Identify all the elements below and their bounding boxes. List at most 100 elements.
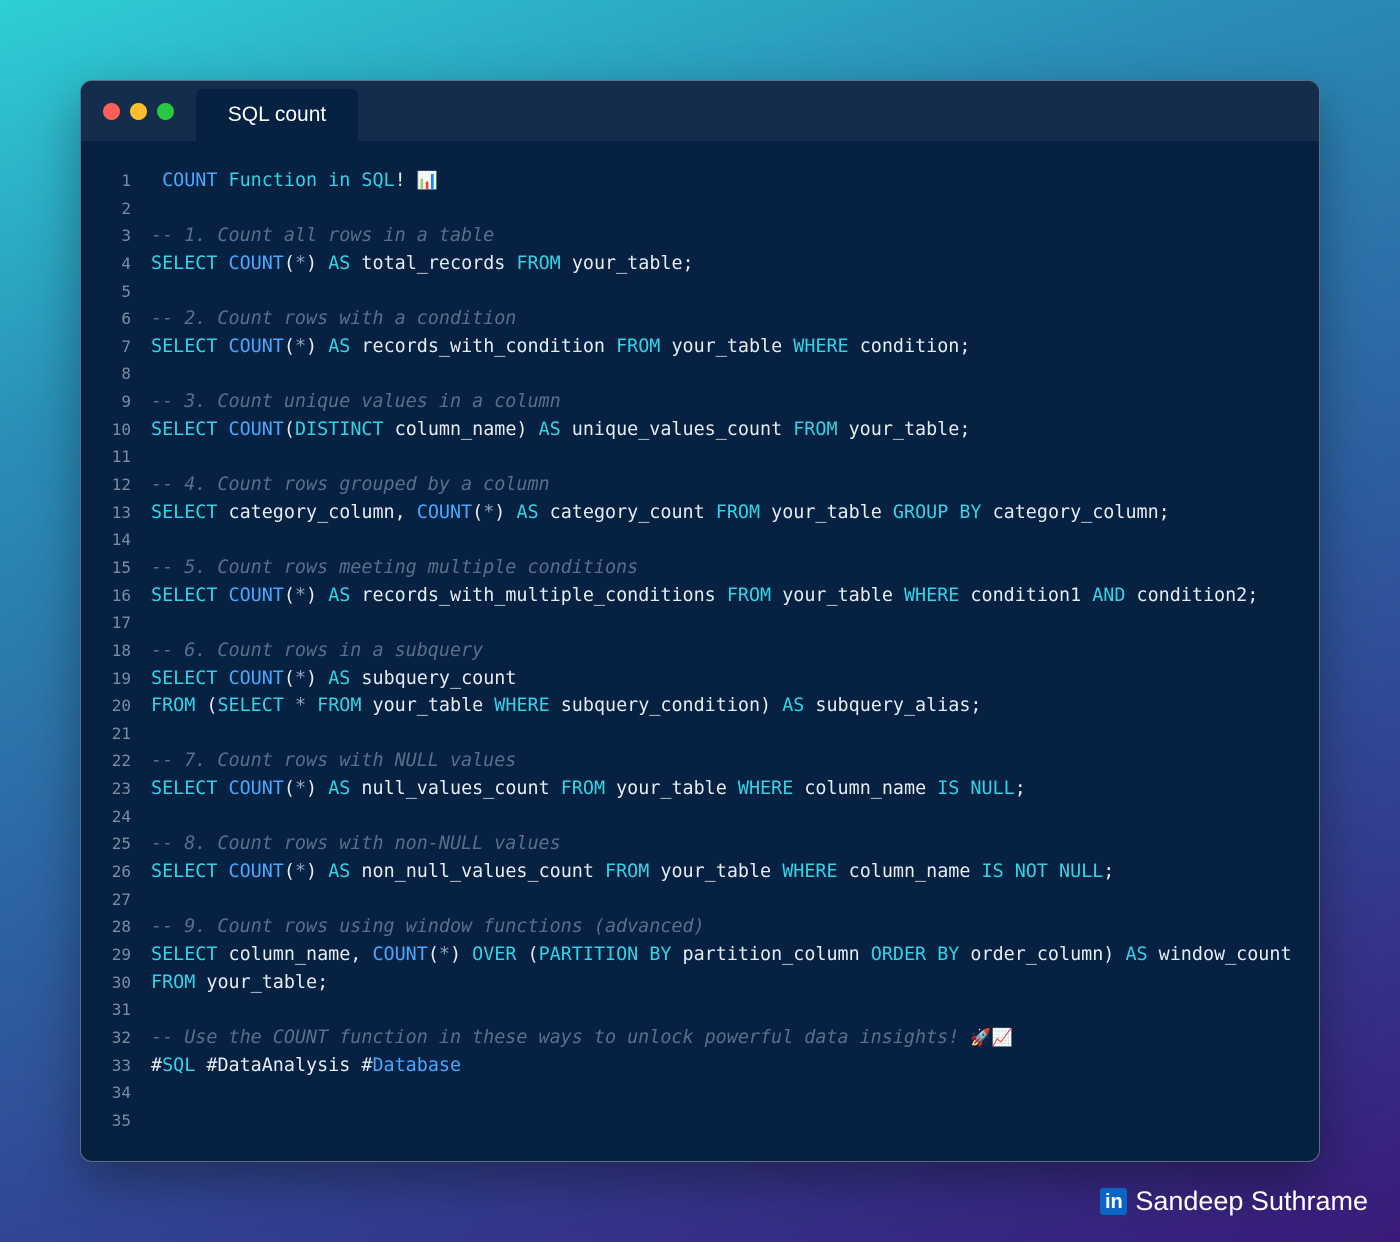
- code-token: ;: [1014, 778, 1026, 800]
- minimize-button[interactable]: [130, 103, 147, 120]
- code-token: partition_column: [682, 943, 871, 965]
- line-number: 22: [111, 751, 131, 771]
- code-line: 19 SELECT COUNT(*) AS subquery_count: [81, 665, 1319, 693]
- line-number: 32: [111, 1027, 131, 1047]
- code-token: SELECT: [217, 695, 295, 717]
- line-number: 24: [111, 806, 131, 826]
- code-line: 28 -- 9. Count rows using window function…: [81, 913, 1319, 941]
- code-token: FROM: [605, 861, 661, 883]
- code-token: *: [294, 584, 307, 606]
- code-token: condition1: [970, 584, 1093, 606]
- code-line: 5: [81, 278, 1319, 306]
- code-token: -- 6. Count rows in a subquery: [151, 639, 484, 661]
- code-text: -- 4. Count rows grouped by a column: [151, 471, 550, 499]
- tab-sql-count[interactable]: SQL count: [196, 89, 358, 141]
- code-line: 20 FROM (SELECT * FROM your_table WHERE s…: [81, 692, 1319, 720]
- code-editor[interactable]: 1 COUNT Function in SQL! 📊 2 3 -- 1. Count …: [81, 167, 1319, 1134]
- code-line: 29 SELECT column_name, COUNT(*) OVER (PAR…: [81, 941, 1319, 969]
- code-token: category_column;: [992, 501, 1170, 523]
- code-token: ): [306, 778, 329, 800]
- line-number: 34: [111, 1083, 131, 1103]
- code-line: 30 FROM your_table;: [81, 969, 1319, 997]
- code-token: -- 4. Count rows grouped by a column: [151, 474, 550, 496]
- code-token: (: [283, 335, 295, 357]
- line-number: 23: [111, 779, 131, 799]
- code-token: *: [294, 778, 307, 800]
- code-line: 14: [81, 526, 1319, 554]
- code-token: -- 7. Count rows with NULL values: [151, 750, 517, 772]
- code-line: 35: [81, 1107, 1319, 1135]
- code-token: SELECT: [151, 861, 229, 883]
- code-token: FROM: [715, 501, 772, 523]
- code-token: COUNT: [416, 501, 473, 523]
- code-line: 13 SELECT category_column, COUNT(*) AS ca…: [81, 499, 1319, 527]
- code-token: -- 1. Count all rows in a table: [151, 225, 495, 247]
- code-token: total_records: [361, 252, 517, 274]
- code-token: *: [438, 943, 450, 965]
- code-token: your_table: [782, 584, 904, 606]
- line-number: 5: [121, 281, 131, 301]
- code-token: AS: [328, 252, 362, 274]
- code-token: condition2;: [1136, 584, 1259, 606]
- code-token: SELECT: [151, 335, 229, 357]
- code-token: subquery_condition): [560, 695, 783, 717]
- code-token: non_null_values_count: [361, 861, 606, 883]
- code-token: COUNT: [372, 943, 428, 965]
- code-line: 12 -- 4. Count rows grouped by a column: [81, 471, 1319, 499]
- code-token: AS: [328, 584, 362, 606]
- code-token: order_column): [970, 943, 1126, 965]
- code-line: 2: [81, 195, 1319, 223]
- code-token: AS: [538, 418, 572, 440]
- close-button[interactable]: [103, 103, 120, 120]
- code-token: AS: [782, 695, 816, 717]
- code-token: -- 5. Count rows meeting multiple condit…: [151, 556, 639, 578]
- code-text: -- 2. Count rows with a condition: [151, 305, 516, 333]
- line-number: 31: [111, 1000, 131, 1020]
- code-line: 24: [81, 803, 1319, 831]
- code-token: WHERE: [494, 695, 561, 717]
- code-token: condition;: [859, 335, 971, 357]
- line-number: 3: [121, 226, 131, 246]
- code-token: COUNT: [228, 861, 284, 883]
- code-token: SELECT: [151, 778, 229, 800]
- zoom-button[interactable]: [157, 103, 174, 120]
- code-line: 6 -- 2. Count rows with a condition: [81, 305, 1319, 333]
- linkedin-logo-icon: in: [1100, 1187, 1128, 1215]
- code-line: 26 SELECT COUNT(*) AS non_null_values_cou…: [81, 858, 1319, 886]
- code-token: COUNT: [228, 778, 284, 800]
- code-token: unique_values_count: [571, 418, 794, 440]
- code-line: 21: [81, 720, 1319, 748]
- code-text: #SQL #DataAnalysis #Database: [151, 1052, 461, 1080]
- emoji-icon: 📊: [416, 171, 438, 191]
- code-token: AS: [328, 667, 362, 689]
- line-number: 9: [121, 392, 131, 412]
- line-number: 21: [111, 723, 131, 743]
- code-line: 18 -- 6. Count rows in a subquery: [81, 637, 1319, 665]
- code-token: your_table: [671, 335, 794, 357]
- line-number: 6: [121, 309, 131, 329]
- code-token: (: [283, 778, 295, 800]
- code-token: IS NULL: [937, 778, 1015, 800]
- code-token: AS: [328, 861, 362, 883]
- code-token: your_table: [771, 501, 893, 523]
- line-number: 29: [111, 944, 131, 964]
- code-token: (: [283, 252, 295, 274]
- line-number: 20: [111, 696, 131, 716]
- code-text: -- 6. Count rows in a subquery: [151, 637, 483, 665]
- code-token: FROM: [560, 778, 617, 800]
- code-token: SELECT: [151, 418, 229, 440]
- code-token: OVER: [472, 943, 528, 965]
- line-number: 17: [111, 613, 131, 633]
- line-number: 30: [111, 972, 131, 992]
- code-token: null_values_count: [361, 778, 561, 800]
- code-token: Function in SQL: [217, 170, 395, 191]
- code-text: -- 1. Count all rows in a table: [151, 222, 494, 250]
- code-line: 4 SELECT COUNT(*) AS total_records FROM y…: [81, 250, 1319, 278]
- line-number: 26: [111, 862, 131, 882]
- code-token: window_count: [1158, 943, 1292, 965]
- code-token: WHERE: [793, 335, 860, 357]
- code-text: SELECT column_name, COUNT(*) OVER (PARTI…: [151, 941, 1292, 969]
- code-token: COUNT: [228, 584, 284, 606]
- code-token: category_column,: [228, 501, 417, 523]
- code-text: SELECT COUNT(*) AS records_with_multiple…: [151, 582, 1258, 610]
